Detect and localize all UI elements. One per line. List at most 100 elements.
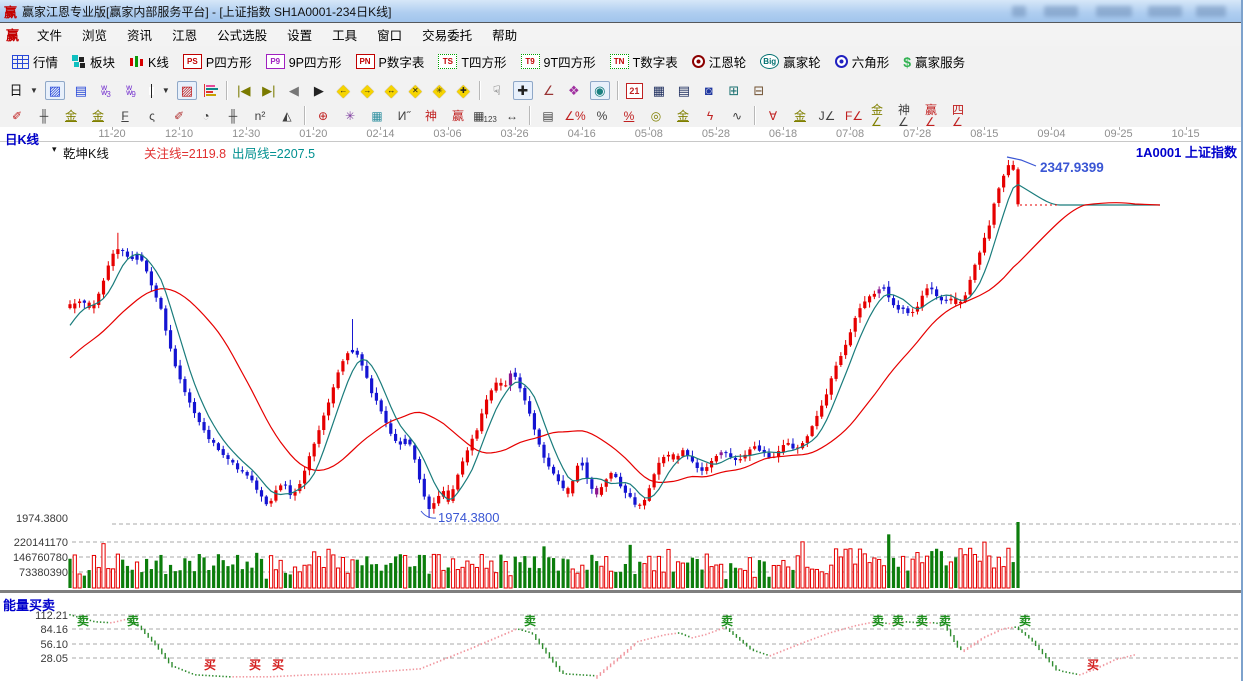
grid-comb-icon[interactable]: ╫ — [31, 106, 57, 126]
j-angles-icon[interactable]: J∠ — [814, 106, 840, 126]
menu-item-资讯[interactable]: 资讯 — [117, 22, 162, 47]
ying-tool-icon[interactable]: 赢 — [445, 106, 471, 126]
menu-item-公式选股[interactable]: 公式选股 — [207, 22, 277, 47]
nine-t-square-button[interactable]: T99T四方形 — [515, 49, 602, 74]
gold-angles-icon[interactable]: 金∠ — [868, 106, 894, 126]
remote-pc-icon[interactable]: ⊟ — [747, 80, 771, 101]
t-square-button[interactable]: TST四方形 — [432, 49, 512, 74]
stats-percent-icon[interactable]: ▤ — [535, 106, 561, 126]
exit-line-value: 出局线=2207.5 — [232, 143, 315, 162]
candle-style-dropdown[interactable]: ▼ — [144, 82, 173, 100]
notes-icon[interactable]: ▤ — [672, 80, 696, 101]
t-number-table-button[interactable]: TNT数字表 — [604, 49, 684, 74]
winner-wheel-button[interactable]: Big赢家轮 — [754, 49, 827, 74]
percent-icon[interactable]: % — [589, 106, 615, 126]
titlebar-control-blurred[interactable] — [1044, 6, 1078, 17]
save-icon[interactable]: ◙ — [697, 80, 721, 101]
wave-mark-icon[interactable]: И˝ — [391, 106, 417, 126]
titlebar-control-blurred[interactable] — [1012, 6, 1026, 17]
k3-lines-icon[interactable]: ʬ3 — [94, 80, 118, 101]
expand-icon[interactable]: ◆✳ — [428, 80, 451, 101]
period-day-dropdown[interactable]: 日▼ — [4, 80, 41, 101]
width-measure-icon[interactable]: ↔ — [499, 106, 525, 126]
gold-grid-1-icon[interactable]: 金 — [58, 106, 84, 126]
qiankun-kline-label[interactable]: 乾坤K线 — [63, 143, 109, 162]
prev-bar-icon[interactable]: ◀ — [282, 80, 306, 101]
ruler-brush-icon[interactable]: ✐ — [166, 106, 192, 126]
menu-item-帮助[interactable]: 帮助 — [482, 22, 527, 47]
menu-item-江恩[interactable]: 江恩 — [162, 22, 207, 47]
percent-line-icon[interactable]: % — [616, 106, 642, 126]
flash-icon[interactable]: ϟ — [697, 106, 723, 126]
kline-button[interactable]: K线 — [123, 49, 175, 74]
gold-grid-2-icon[interactable]: 金 — [85, 106, 111, 126]
last-bar-icon[interactable]: ▶| — [257, 80, 281, 101]
time-clock-icon[interactable]: ◔ — [193, 106, 219, 126]
gold-circle-icon[interactable]: ◎ — [643, 106, 669, 126]
shen-angles-icon[interactable]: 神∠ — [895, 106, 921, 126]
buy-signal: 买 — [204, 658, 216, 672]
menu-item-文件[interactable]: 文件 — [27, 22, 72, 47]
four-angles-icon[interactable]: 四∠ — [949, 106, 975, 126]
triangle-rule-icon[interactable]: ◭ — [274, 106, 300, 126]
f-angles-icon[interactable]: F∠ — [841, 106, 867, 126]
first-bar-icon[interactable]: |◀ — [232, 80, 256, 101]
menu-item-设置[interactable]: 设置 — [277, 22, 322, 47]
full-view-icon[interactable]: ◆✚ — [452, 80, 475, 101]
next-bar-icon[interactable]: ▶ — [307, 80, 331, 101]
star-burst-icon[interactable]: ✳ — [337, 106, 363, 126]
p-square-button[interactable]: PSP四方形 — [177, 49, 258, 74]
slope-percent-icon[interactable]: ∠% — [562, 106, 588, 126]
drawing-toolbar: ✐╫金金Fς✐◔╫n²◭⊕✳▦И˝神赢▦123↔▤∠%%%◎金ϟ∿∀金J∠F∠金… — [0, 104, 1243, 128]
spiral-icon[interactable]: ς — [139, 106, 165, 126]
gold-under-icon[interactable]: 金 — [787, 106, 813, 126]
fibo-grid-icon[interactable]: F — [112, 106, 138, 126]
net-grid-icon[interactable]: ▦ — [364, 106, 390, 126]
menu-item-工具[interactable]: 工具 — [322, 22, 367, 47]
qiankun-box-icon[interactable]: ▨ — [174, 79, 200, 102]
grid-123-icon[interactable]: ▦123 — [472, 106, 498, 126]
n-square-icon[interactable]: n² — [247, 106, 273, 126]
k9-lines-icon[interactable]: ʬ9 — [119, 80, 143, 101]
brush-red-icon[interactable]: ✐ — [4, 106, 30, 126]
titlebar-control-blurred[interactable] — [1096, 6, 1132, 17]
title-bar[interactable]: 赢 赢家江恩专业版[赢家内部服务平台] - [上证指数 SH1A0001-234… — [0, 0, 1241, 23]
menu-item-窗口[interactable]: 窗口 — [367, 22, 412, 47]
calculator-icon[interactable]: ▦ — [647, 80, 671, 101]
winner-service-button[interactable]: $赢家服务 — [897, 49, 971, 74]
sectors-button[interactable]: 板块 — [66, 49, 121, 74]
p-number-table-button[interactable]: PNP数字表 — [350, 49, 431, 74]
wave-fit-icon[interactable]: ∿ — [724, 106, 750, 126]
red-target-icon[interactable]: ⊕ — [310, 106, 336, 126]
hand-tool-icon[interactable]: ☟ — [485, 80, 509, 101]
crosshair-tool-icon[interactable]: ✚ — [510, 79, 536, 102]
titlebar-control-blurred[interactable] — [1148, 6, 1182, 17]
scribble-chart-icon[interactable]: ▨ — [42, 79, 68, 102]
shen-tool-icon[interactable]: 神 — [418, 106, 444, 126]
network-icon[interactable]: ⊞ — [722, 80, 746, 101]
hexagon-button[interactable]: 六角形 — [829, 49, 896, 74]
menu-item-交易委托[interactable]: 交易委托 — [412, 22, 482, 47]
cup-tool-icon[interactable]: ∀ — [760, 106, 786, 126]
gold-lines-icon[interactable]: 金 — [670, 106, 696, 126]
nine-p-square-button[interactable]: P99P四方形 — [260, 49, 348, 74]
compress-icon[interactable]: ◆✕ — [404, 80, 427, 101]
volume-profile-icon[interactable] — [201, 82, 222, 99]
indicator-name-label[interactable]: 能量买卖 — [3, 595, 55, 614]
shift-right-icon[interactable]: ◆→ — [356, 80, 379, 101]
kline-chart-canvas[interactable]: 卖卖卖卖卖卖卖卖卖买买买买1974.3800220141170146760780… — [0, 141, 1243, 681]
ying-angles-icon[interactable]: 赢∠ — [922, 106, 948, 126]
gann-flower-icon[interactable]: ❖ — [562, 80, 586, 101]
menu-item-浏览[interactable]: 浏览 — [72, 22, 117, 47]
zoom-h-icon[interactable]: ◆↔ — [380, 80, 403, 101]
angle-measure-icon[interactable]: ∠ — [537, 80, 561, 101]
quote-doc-icon[interactable]: ▤ — [69, 80, 93, 101]
smart-brain-icon[interactable]: ◉ — [587, 79, 613, 102]
titlebar-control-blurred[interactable] — [1196, 6, 1226, 17]
comb-2-icon[interactable]: ╫ — [220, 106, 246, 126]
chart-area[interactable]: 卖卖卖卖卖卖卖卖卖买买买买1974.3800220141170146760780… — [0, 141, 1243, 681]
quotes-button[interactable]: 行情 — [6, 49, 64, 74]
gann-wheel-button[interactable]: 江恩轮 — [686, 49, 753, 74]
calendar-21-icon[interactable]: 21 — [623, 81, 646, 101]
shift-left-icon[interactable]: ◆← — [332, 80, 355, 101]
